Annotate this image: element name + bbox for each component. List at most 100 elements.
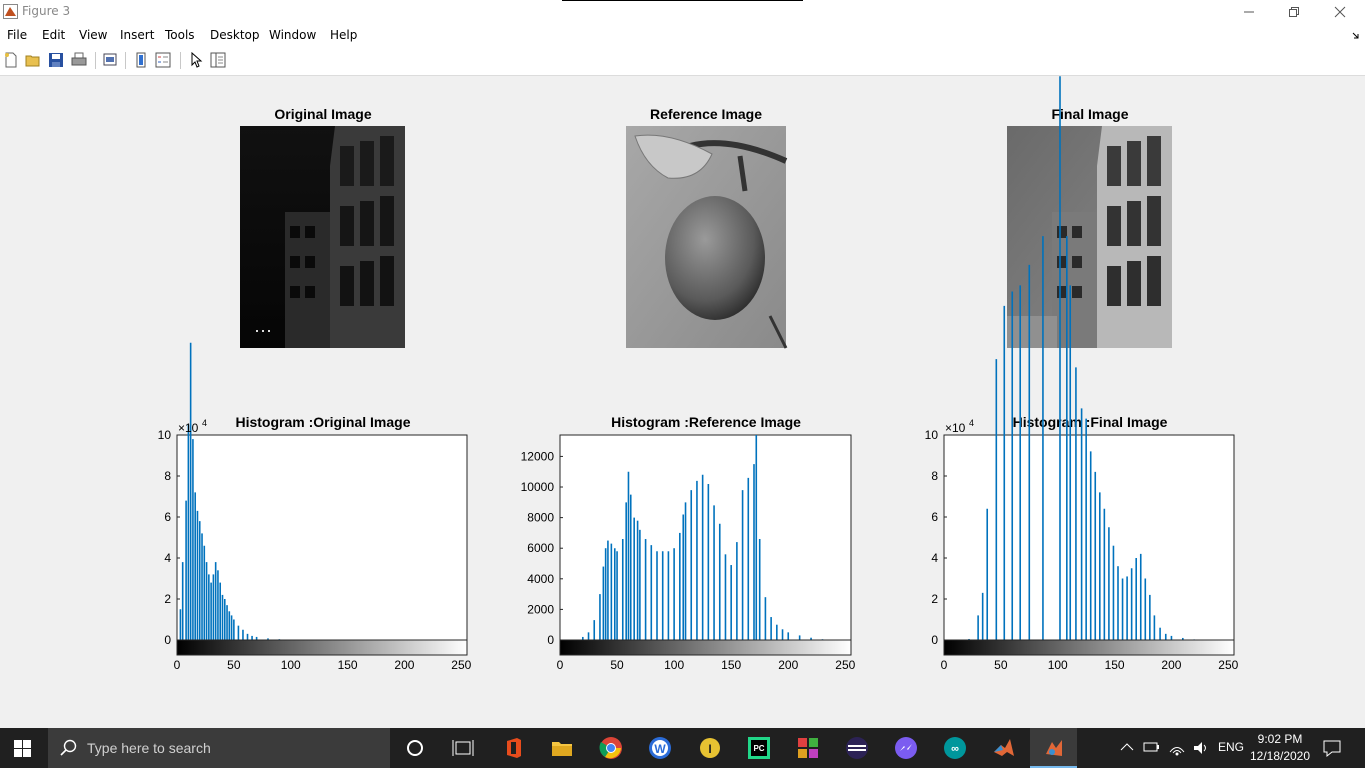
x-tick-label: 100	[664, 658, 684, 672]
x-axis-ticks: 0 50 100 150 200 250	[941, 658, 1239, 672]
colorbar-icon[interactable]	[133, 52, 149, 68]
minimize-icon	[1244, 11, 1254, 13]
x-tick-label: 0	[174, 658, 181, 672]
legend-icon[interactable]	[155, 52, 171, 68]
y-tick-label: 8	[164, 469, 171, 483]
menu-view[interactable]: View	[79, 28, 107, 42]
notifications-icon[interactable]	[1322, 738, 1342, 758]
y-tick-label: 8000	[527, 511, 554, 525]
y-tick-label: 0	[164, 633, 171, 647]
y-axis-ticks: 0 2000 4000 6000 8000 10000 12000	[521, 449, 563, 647]
title-drag-indicator	[562, 0, 803, 1]
active-taskbar-item[interactable]	[1030, 728, 1077, 768]
windows-taskbar: Type here to search W I PC ∞ ENG 9:02 PM…	[0, 728, 1365, 768]
close-icon	[1334, 6, 1346, 18]
chrome-icon[interactable]	[599, 736, 623, 760]
idea-icon[interactable]: I	[698, 736, 722, 760]
y-tick-label: 10000	[521, 480, 555, 494]
new-figure-icon[interactable]	[3, 52, 19, 68]
svg-text:I: I	[708, 742, 711, 756]
x-tick-label: 100	[1048, 658, 1068, 672]
y-tick-label: 0	[931, 633, 938, 647]
figure-toolbar	[0, 47, 1365, 76]
language-indicator[interactable]: ENG	[1218, 740, 1244, 754]
original-image-title: Original Image	[274, 106, 371, 122]
open-file-icon[interactable]	[25, 52, 41, 68]
y-tick-label: 6	[164, 510, 171, 524]
print-icon[interactable]	[71, 52, 87, 68]
y-tick-label: 2	[164, 592, 171, 606]
volume-icon[interactable]	[1192, 740, 1210, 756]
menu-window[interactable]: Window	[269, 28, 316, 42]
menu-desktop[interactable]: Desktop	[210, 28, 260, 42]
taskbar-search-box[interactable]: Type here to search	[48, 728, 390, 768]
menu-insert[interactable]: Insert	[120, 28, 154, 42]
search-icon	[60, 739, 77, 756]
y-tick-label: 8	[931, 469, 938, 483]
minimize-button[interactable]	[1226, 0, 1272, 24]
menu-tools[interactable]: Tools	[165, 28, 195, 42]
matlab-figure-icon	[3, 4, 18, 19]
save-icon[interactable]	[48, 52, 64, 68]
system-tray: ENG	[1118, 728, 1248, 768]
toolbar-separator	[95, 52, 96, 69]
y-tick-label: 2000	[527, 602, 554, 616]
toolbar-separator	[180, 52, 181, 69]
eclipse-icon[interactable]	[845, 736, 869, 760]
file-explorer-icon[interactable]	[550, 736, 574, 760]
restore-button[interactable]	[1271, 0, 1317, 24]
figure-svg: Original Image Reference Image Final Ima…	[158, 76, 1239, 672]
x-tick-label: 150	[1105, 658, 1125, 672]
office-icon[interactable]	[502, 736, 526, 760]
x-tick-label: 250	[835, 658, 855, 672]
arduino-icon[interactable]: ∞	[943, 736, 967, 760]
svg-text:∞: ∞	[951, 743, 959, 755]
histogram-title: Histogram :Original Image	[235, 414, 410, 430]
clock[interactable]: 9:02 PM 12/18/2020	[1248, 728, 1312, 768]
wifi-icon[interactable]	[1168, 740, 1186, 756]
pointer-icon[interactable]	[188, 52, 204, 68]
menu-help[interactable]: Help	[330, 28, 357, 42]
final-image	[1007, 126, 1172, 348]
histogram-title: Histogram :Final Image	[1013, 414, 1168, 430]
cortana-icon[interactable]	[403, 736, 427, 760]
close-button[interactable]	[1317, 0, 1363, 24]
print-preview-icon[interactable]	[102, 52, 118, 68]
window-title: Figure 3	[22, 4, 71, 18]
restore-icon	[1289, 7, 1299, 17]
histogram-reference: Histogram :Reference Image 0200040006000…	[521, 414, 856, 672]
reference-image	[626, 126, 788, 349]
figure-canvas[interactable]: Original Image Reference Image Final Ima…	[0, 76, 1365, 728]
property-editor-icon[interactable]	[210, 52, 226, 68]
menu-edit[interactable]: Edit	[42, 28, 65, 42]
menu-file[interactable]: File	[7, 28, 27, 42]
svg-text:PC: PC	[753, 744, 764, 753]
matlab-icon[interactable]	[992, 736, 1016, 760]
x-tick-label: 150	[721, 658, 741, 672]
matlab-figure-taskbar-icon	[1046, 740, 1062, 756]
x-tick-label: 0	[941, 658, 948, 672]
x-tick-label: 50	[610, 658, 624, 672]
clock-date: 12/18/2020	[1249, 749, 1311, 763]
y-tick-label: 2	[931, 592, 938, 606]
y-tick-label: 10	[925, 428, 939, 442]
task-view-icon[interactable]	[451, 736, 475, 760]
dock-arrow-icon[interactable]	[1352, 32, 1360, 40]
x-tick-label: 250	[451, 658, 471, 672]
x-tick-label: 150	[338, 658, 358, 672]
x-tick-label: 250	[1218, 658, 1238, 672]
tray-expand-icon[interactable]	[1120, 742, 1134, 752]
windows-start-icon[interactable]	[14, 740, 31, 757]
battery-icon[interactable]	[1142, 740, 1160, 754]
window-title-bar[interactable]: Figure 3	[0, 0, 1365, 24]
y-tick-label: 6	[931, 510, 938, 524]
y-exponent: 4	[202, 418, 207, 428]
wps-icon[interactable]: W	[648, 736, 672, 760]
messenger-icon[interactable]	[894, 736, 918, 760]
app-grid-icon[interactable]	[796, 736, 820, 760]
y-multiplier: ×10	[945, 421, 966, 435]
y-tick-label: 4000	[527, 572, 554, 586]
y-tick-label: 0	[547, 633, 554, 647]
pycharm-icon[interactable]: PC	[747, 736, 771, 760]
y-multiplier: ×10	[178, 421, 199, 435]
